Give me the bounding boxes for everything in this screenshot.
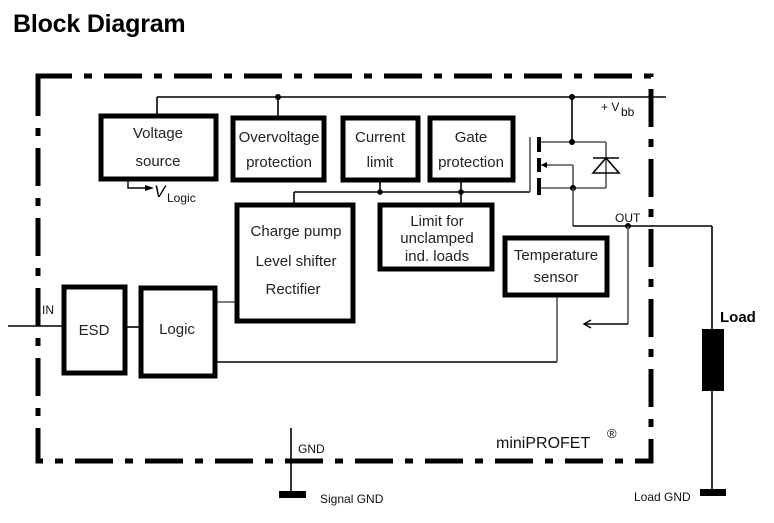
block-label: Charge pump [251, 223, 342, 240]
temperature-sensor-block: Temperature sensor [502, 235, 610, 298]
block-label: Rectifier [265, 281, 320, 298]
block-label: Voltage [133, 125, 183, 142]
block-label: sensor [533, 269, 578, 286]
block-label: source [135, 153, 180, 170]
overvoltage-protection-block: Overvoltage protection [230, 115, 327, 183]
load-label: Load [720, 309, 756, 326]
limit-unclamped-block: Limit for unclamped ind. loads [377, 202, 495, 272]
vbb-label: + V [601, 100, 619, 114]
logic-block: Logic [138, 285, 218, 379]
gate-protection-block: Gate protection [427, 115, 516, 183]
block-diagram: Voltage source Overvoltage protection Cu… [8, 73, 756, 506]
registered-mark: ® [607, 426, 617, 441]
block-label: protection [246, 154, 312, 171]
block-label: ind. loads [405, 248, 469, 265]
charge-pump-block: Charge pump Level shifter Rectifier [234, 202, 356, 324]
voltage-source-block: Voltage source [98, 113, 219, 182]
load-gnd-symbol [700, 489, 726, 496]
power-mosfet-symbol [537, 137, 621, 226]
block-label: Logic [159, 321, 195, 338]
block-label: ESD [79, 322, 110, 339]
v-logic-label: V [154, 182, 167, 201]
esd-block: ESD [61, 284, 128, 376]
block-label: Limit for [410, 213, 463, 230]
vbb-subscript: bb [621, 105, 635, 119]
block-label: limit [367, 154, 394, 171]
load-resistor [702, 329, 724, 391]
block-label: Level shifter [256, 253, 337, 270]
gnd-pin-label: GND [298, 442, 325, 456]
block-label: Gate [455, 129, 488, 146]
load-gnd-label: Load GND [634, 490, 691, 504]
current-limit-block: Current limit [340, 115, 421, 183]
out-pin-label: OUT [615, 211, 641, 225]
block-label: Overvoltage [239, 129, 320, 146]
block-label: Temperature [514, 247, 598, 264]
v-logic-arrow [127, 181, 154, 191]
v-logic-subscript: Logic [167, 191, 196, 205]
in-pin-label: IN [42, 303, 54, 317]
block-label: protection [438, 154, 504, 171]
signal-gnd-label: Signal GND [320, 492, 384, 506]
block-label: Current [355, 129, 406, 146]
block-label: unclamped [400, 230, 473, 247]
product-name: miniPROFET [496, 435, 590, 452]
